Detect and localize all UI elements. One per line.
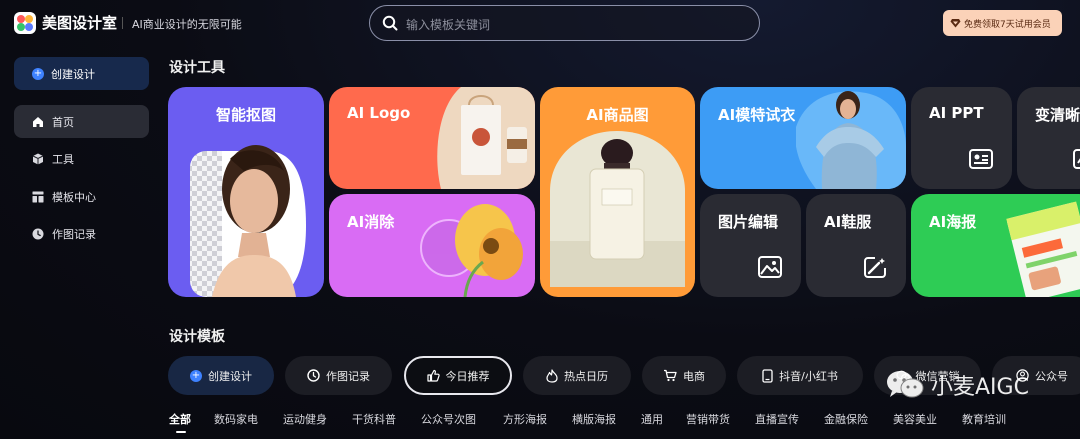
category-item[interactable]: 横版海报 [572,411,616,427]
cart-icon [664,369,677,382]
create-design-button[interactable]: + 创建设计 [14,57,149,90]
tool-card-ai-erase[interactable]: AI消除 [329,194,535,297]
tool-card-ai-product-image[interactable]: AI商品图 [540,87,695,297]
tool-card-label: AI海报 [929,213,977,231]
brand-divider [122,17,123,29]
active-category-underline [176,431,186,433]
phone-icon [762,368,773,383]
free-trial-vip-button[interactable]: 免费领取7天试用会员 [943,10,1062,36]
flower-image [420,204,523,297]
sidebar-item-home[interactable]: 首页 [14,105,149,138]
tool-card-ai-model-tryon[interactable]: AI模特试衣 [700,87,906,189]
pill-label: 公众号 [1035,369,1068,383]
plus-icon: + [190,369,202,382]
sidebar-item-templates[interactable]: 模板中心 [14,180,149,213]
tool-card-ai-logo[interactable]: AI Logo [329,87,535,189]
category-item[interactable]: 金融保险 [824,411,868,427]
pill-label: 电商 [683,369,705,383]
template-pill-today-recommend[interactable]: 今日推荐 [404,356,512,395]
category-item[interactable]: 方形海报 [503,411,547,427]
tool-card-smart-cutout[interactable]: 智能抠图 [168,87,324,297]
tool-card-label: AI模特试衣 [718,106,796,124]
template-pill-ecommerce[interactable]: 电商 [642,356,726,395]
template-pill-create-design[interactable]: + 创建设计 [168,356,274,395]
sidebar-item-tools[interactable]: 工具 [14,142,149,175]
tool-card-label: AI商品图 [586,106,649,124]
tool-card-label: AI PPT [929,104,984,122]
category-item[interactable]: 营销带货 [686,411,730,427]
category-item[interactable]: 直播宣传 [755,411,799,427]
perfume-bottle-image [550,131,685,287]
clock-icon [32,228,44,239]
thumbs-up-icon [426,369,440,382]
tool-card-label: 智能抠图 [215,106,276,124]
tool-card-label: 变清晰 [1035,106,1080,124]
brand-logo-icon[interactable] [14,12,36,34]
tool-card-image-edit[interactable]: 图片编辑 [700,194,801,297]
tool-card-ai-ppt[interactable]: AI PPT [911,87,1012,189]
cube-icon [32,153,44,164]
category-item[interactable]: 公众号次图 [421,411,476,427]
template-pill-history[interactable]: 作图记录 [285,356,392,395]
pill-label: 热点日历 [564,369,608,383]
pill-label: 创建设计 [208,369,252,383]
sidebar-item-label: 作图记录 [52,227,96,241]
brand-name[interactable]: 美图设计室 [42,12,117,33]
diamond-icon [950,19,961,28]
watermark-text: 小麦AIGC [931,375,1029,400]
search-icon [382,15,398,31]
template-pill-douyin-xiaohongshu[interactable]: 抖音/小红书 [737,356,863,395]
pill-label: 抖音/小红书 [779,369,838,383]
sidebar-item-history[interactable]: 作图记录 [14,217,149,250]
flame-icon [546,368,558,383]
beauty-poster-image [1006,201,1080,297]
home-icon [33,116,43,127]
tool-card-label: 图片编辑 [718,213,779,231]
pill-label: 今日推荐 [445,369,490,383]
tool-card-label: AI消除 [347,213,395,231]
portrait-cutout-image [190,145,306,297]
search-placeholder: 输入模板关键词 [406,18,491,32]
sidebar-item-label: 首页 [52,115,74,129]
category-all[interactable]: 全部 [169,411,191,427]
sidebar-item-label: 工具 [52,152,74,166]
create-design-label: 创建设计 [51,67,95,81]
category-item[interactable]: 美容美业 [893,411,937,427]
category-item[interactable]: 运动健身 [283,411,327,427]
category-item[interactable]: 干货科普 [352,411,396,427]
magic-wand-image-icon [864,257,886,278]
tool-card-enhance[interactable]: 变清晰 [1017,87,1080,189]
vip-button-label: 免费领取7天试用会员 [964,19,1051,30]
tool-card-label: AI Logo [347,104,411,122]
tool-card-ai-apparel[interactable]: AI鞋服 [806,194,906,297]
top-bar: 美图设计室 AI商业设计的无限可能 输入模板关键词 免费领取7天试用会员 [0,0,1080,46]
fashion-model-image [796,91,906,189]
design-templates-title: 设计模板 [169,329,225,345]
brand-slogan: AI商业设计的无限可能 [132,18,242,31]
sidebar-item-label: 模板中心 [52,190,96,204]
enhance-icon [1073,149,1080,169]
pill-label: 作图记录 [326,369,370,383]
category-item[interactable]: 数码家电 [214,411,258,427]
category-item[interactable]: 通用 [641,411,663,427]
image-icon [758,256,782,278]
wechat-logo-icon [887,371,924,398]
template-icon [32,191,44,202]
clock-icon [307,369,320,382]
coffee-bag-image [437,87,535,189]
category-item[interactable]: 教育培训 [962,411,1006,427]
tool-card-ai-poster[interactable]: AI海报 [911,194,1080,297]
design-tools-title: 设计工具 [169,60,225,76]
watermark: 小麦AIGC [885,369,1029,401]
plus-icon: + [32,67,44,80]
template-pill-hot-calendar[interactable]: 热点日历 [523,356,631,395]
tool-card-label: AI鞋服 [824,213,872,231]
presentation-icon [969,149,993,169]
search-input[interactable]: 输入模板关键词 [369,5,760,41]
